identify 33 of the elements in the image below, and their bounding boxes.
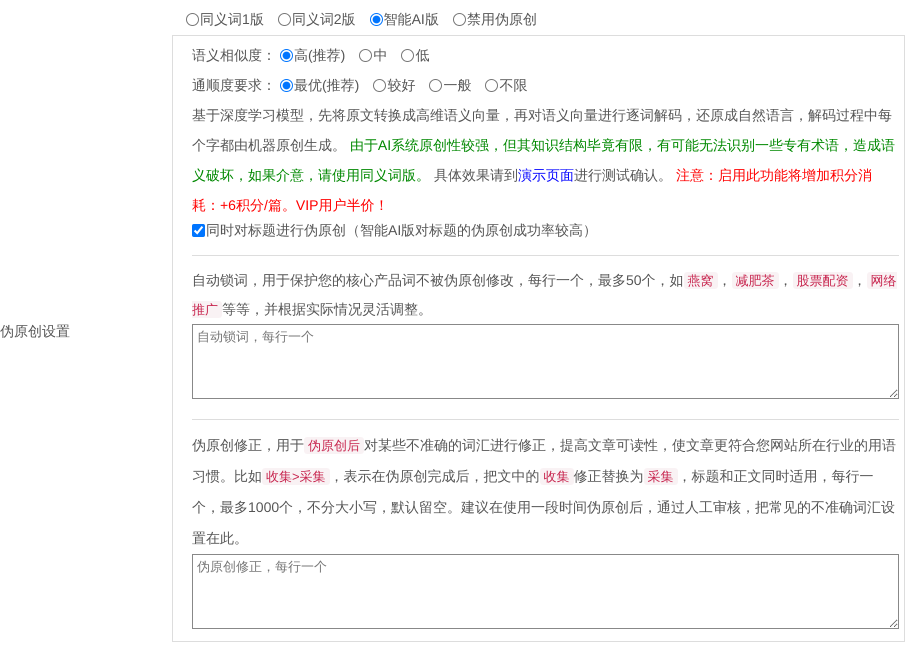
- radio-button[interactable]: [485, 78, 498, 92]
- option-label[interactable]: 最优(推荐): [294, 70, 360, 100]
- option-label[interactable]: 低: [415, 40, 430, 70]
- option-label[interactable]: 同义词1版: [200, 8, 264, 30]
- radio-button[interactable]: [452, 12, 466, 26]
- radio-button[interactable]: [359, 48, 372, 62]
- radio-button[interactable]: [280, 78, 293, 92]
- option-label[interactable]: 同义词2版: [292, 8, 356, 30]
- option-label[interactable]: 中: [373, 40, 388, 70]
- option-label[interactable]: 一般: [443, 70, 472, 100]
- radio-button[interactable]: [401, 48, 414, 62]
- option-label[interactable]: 较好: [387, 70, 416, 100]
- radio-button[interactable]: [278, 12, 291, 26]
- option-label: 语义相似度：: [192, 46, 276, 65]
- option-label[interactable]: 高(推荐): [294, 40, 346, 70]
- lock-words-description: 自动锁词，用于保护您的核心产品词不被伪原创修改，每行一个，最多50个，如 燕窝 ， 减肥茶 ， 股票配资 ， 网络推广 等等，并根据实际情况灵活调整。: [192, 271, 898, 320]
- option-label[interactable]: 禁用伪原创: [466, 8, 537, 30]
- ai-description: 基于深度学习模型，先将原文转换成高维语义向量，再对语义向量进行逐词解码，还原成自然语言，解码过程中每个字都由机器原创生成。 由于AI系统原创性较强，但其知识结构毕竟有限，有可能无法识别一些专有术语，造成语义破坏，如果介意，请使用同义词版。 具体效果请到演示页面进行测试确认。 注意：启用此功能将增加积分消耗：+6积分/篇。VIP用户半价！: [192, 106, 896, 215]
- lock-words-field[interactable]: 自动锁词，每行一个: [192, 324, 899, 399]
- title-option-label[interactable]: 同时对标题进行伪原创（智能AI版对标题的伪原创成功率较高）: [206, 220, 598, 241]
- radio-button[interactable]: [370, 12, 383, 26]
- radio-button[interactable]: [280, 48, 293, 62]
- demo-page-link[interactable]: 演示页面: [518, 167, 574, 183]
- radio-button[interactable]: [186, 12, 199, 26]
- option-label[interactable]: 智能AI版: [384, 8, 439, 30]
- correction-field[interactable]: 伪原创修正，每行一个: [192, 554, 899, 629]
- radio-button[interactable]: [373, 78, 386, 92]
- option-label: 通顺度要求：: [192, 76, 276, 95]
- correction-description: 伪原创修正，用于 伪原创后 对某些不准确的词汇进行修正，提高文章可读性，使文章更符合您网站所在行业的用语习惯。比如 收集>采集 ，表示在伪原创完成后，把文中的 收集 修正替换为 采集 ，标题和正文同时适用，每行一个，最多1000个，不分大小写，默认留空。建议在使用一段时间伪原创后，通过人工审核，把常见的不准确词汇设置在此。: [192, 436, 897, 548]
- radio-button[interactable]: [429, 78, 442, 92]
- option-label[interactable]: 不限: [499, 70, 528, 100]
- settings-label: 伪原创设置: [0, 323, 70, 339]
- checkbox[interactable]: [192, 224, 205, 237]
